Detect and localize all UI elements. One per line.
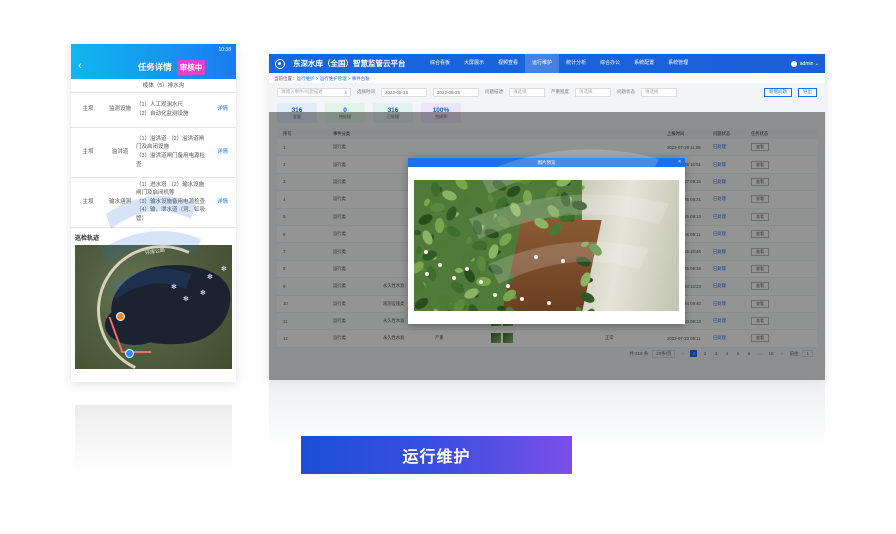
photo-flower [452, 276, 456, 280]
nav-menu-item[interactable]: 综合看板 [423, 54, 457, 73]
date-end-value: 2022-05-25 [437, 89, 461, 95]
status-select[interactable]: 请选择 [641, 87, 677, 97]
date-start-value: 2022-05-15 [385, 89, 409, 95]
sluice-marker-icon: ✻ [221, 265, 227, 273]
row-part: 主坝 [71, 127, 105, 178]
nav-menu-item[interactable]: 系统管理 [661, 54, 695, 73]
type-placeholder: 请选择 [513, 89, 527, 94]
photo-flower [424, 250, 428, 254]
detail-link[interactable]: 详情 [209, 127, 236, 178]
photo-leaf [414, 295, 431, 311]
search-icon[interactable]: ⌕ [344, 90, 347, 95]
photo-leaf [420, 228, 435, 247]
nav-menu-item[interactable]: 运行维护 [525, 54, 560, 73]
photo-flower [425, 272, 429, 276]
date-end-field[interactable]: 2022-05-25 [433, 87, 479, 97]
photo-leaf [416, 212, 435, 227]
status-placeholder: 请选择 [645, 89, 659, 94]
export-button[interactable]: 导出 [798, 87, 817, 97]
date-start-field[interactable]: 2022-05-15 [381, 87, 427, 97]
filter-bar: 请输入事件/问题描述 ⌕ 选择时间 2022-05-15 2022-05-25 … [269, 83, 825, 101]
detail-link[interactable]: 详情 [209, 177, 236, 228]
type-label: 问题描述 [485, 89, 503, 94]
status-time: 10:38 [218, 46, 231, 53]
severity-select[interactable]: 请选择 [575, 87, 611, 97]
severity-label: 严重程度 [551, 89, 569, 94]
breadcrumb-prefix: 当前位置： [274, 76, 297, 81]
severity-placeholder: 请选择 [579, 89, 593, 94]
row-category: 监测设施 [105, 93, 135, 128]
top-nav: 东深水库（全国）智慧监管云平台 综合看板 大屏展示 视频查看 运行维护 统计分析 综合办公… [269, 54, 825, 73]
photo-leaf [437, 293, 454, 306]
detail-link[interactable]: 详情 [209, 93, 236, 128]
photo-leaf [440, 188, 459, 203]
photo-leaf [415, 245, 423, 255]
table-row: 主坝 溢洪道 （1）溢洪道 （2）溢洪道闸门及启闭设施 （3）溢洪道闸门备用电源检查详… [71, 127, 236, 178]
search-placeholder: 请输入事件/问题描述 [281, 89, 323, 94]
user-name: admin [799, 60, 814, 67]
row-category: 溢洪道 [105, 127, 135, 178]
photo-leaf [466, 302, 481, 311]
user-menu[interactable]: admin ⌄ [790, 60, 819, 67]
back-arrow-icon[interactable]: ‹ [78, 60, 82, 72]
mobile-reflection [75, 405, 232, 473]
partial-row-text: 棱体（5）排水沟 [71, 79, 236, 93]
photo-leaf [414, 229, 422, 236]
stage: 10:38 ‹ 任务详情 审核中 棱体（5）排水沟 主坝 监测设施 （1）人工观测水… [0, 0, 896, 534]
row-item-text: （1）溢洪道 （2）溢洪道闸门及启闭设施 [136, 135, 205, 151]
type-select[interactable]: 请选择 [509, 87, 545, 97]
mobile-header: ‹ 任务详情 审核中 [71, 55, 236, 79]
breadcrumb: 当前位置：运行维护 > 运行维护管理 > 事件台账 [269, 73, 825, 83]
desktop-screen: 东深水库（全国）智慧监管云平台 综合看板 大屏展示 视频查看 运行维护 统计分析 综合办公… [269, 54, 825, 380]
platform-logo-icon [275, 58, 285, 69]
page-title: 任务详情 [137, 62, 172, 72]
status-bar: 10:38 [71, 44, 236, 55]
search-input[interactable]: 请输入事件/问题描述 ⌕ [277, 87, 351, 97]
row-item-text: （1）人工观测水尺 [136, 102, 184, 109]
time-label: 选择时间 [357, 89, 375, 94]
chevron-down-icon: ⌄ [813, 60, 819, 67]
avatar [790, 60, 797, 67]
nav-menu-item[interactable]: 大屏展示 [457, 54, 491, 73]
photo-leaf [433, 238, 450, 249]
end-point-icon[interactable] [125, 348, 134, 358]
row-item-text: （2）自动化监测设施 [136, 110, 189, 117]
status-badge: 审核中 [176, 59, 206, 75]
row-items: （1）溢洪道 （2）溢洪道闸门及启闭设施 （3）溢洪道闸门备用电源检查 [135, 127, 209, 178]
add-issue-button[interactable]: 新增问题 [764, 87, 792, 97]
nav-menu-item[interactable]: 统计分析 [559, 54, 593, 73]
photo-leaf [430, 181, 441, 198]
breadcrumb-path[interactable]: 运行维护 > 运行维护管理 > 事件台账 [297, 76, 370, 81]
watermark-logo-icon [469, 149, 669, 284]
nav-menu-item[interactable]: 视频查看 [491, 54, 525, 73]
row-items: （1）人工观测水尺 （2）自动化监测设施 [135, 93, 209, 128]
feature-banner: 运行维护 [301, 436, 572, 474]
photo-leaf [432, 307, 442, 311]
watermark-logo-icon [101, 196, 201, 299]
sluice-marker-icon: ✻ [207, 273, 213, 281]
row-item-text: （3）溢洪道闸门备用电源检查 [136, 153, 206, 168]
table-row: 主坝 监测设施 （1）人工观测水尺 （2）自动化监测设施 详情 [71, 93, 236, 128]
photo-flower [438, 263, 442, 267]
main-menu: 综合看板 大屏展示 视频查看 运行维护 统计分析 综合办公 系统配置 系统管理 [423, 54, 695, 73]
nav-menu-item[interactable]: 系统配置 [627, 54, 661, 73]
status-label: 问题状态 [617, 89, 635, 94]
app-title: 东深水库（全国）智慧监管云平台 [293, 59, 406, 68]
photo-leaf [434, 217, 445, 234]
row-part: 主坝 [71, 93, 105, 128]
mobile-screen: 10:38 ‹ 任务详情 审核中 棱体（5）排水沟 主坝 监测设施 （1）人工观测水… [71, 44, 236, 382]
nav-menu-item[interactable]: 综合办公 [593, 54, 627, 73]
photo-leaf [441, 309, 454, 311]
